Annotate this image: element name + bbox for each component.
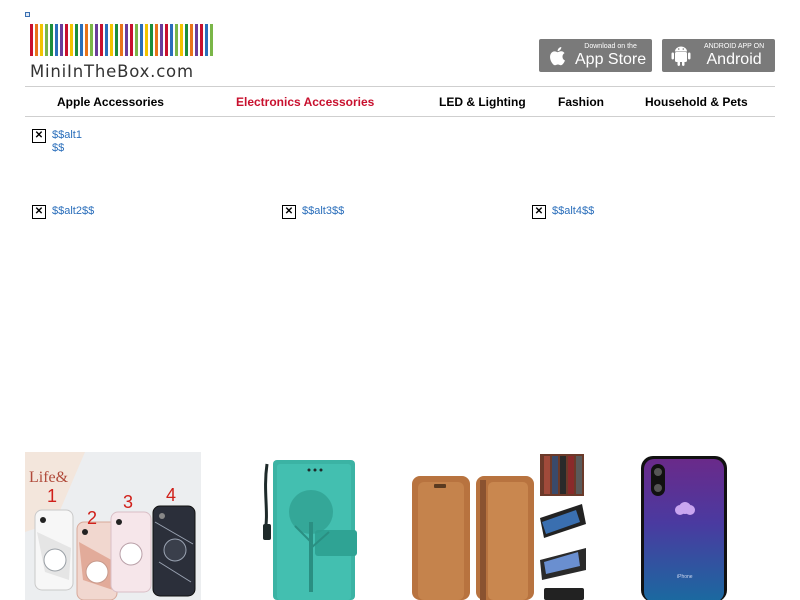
banner-image-2[interactable]: ✕ $$alt2$$	[32, 205, 94, 219]
android-big-text: Android	[706, 51, 762, 68]
logo-stripe	[170, 24, 173, 56]
logo-stripe	[185, 24, 188, 56]
logo-stripe	[40, 24, 43, 56]
product-image-gradient-case[interactable]: iPhone	[625, 452, 745, 600]
logo-stripe	[90, 24, 93, 56]
logo-stripe	[210, 24, 213, 56]
logo-stripe	[45, 24, 48, 56]
logo-stripe	[75, 24, 78, 56]
product-image-leather-flip-cases[interactable]	[410, 452, 590, 600]
logo-stripe	[175, 24, 178, 56]
broken-image-icon: ✕	[32, 205, 46, 219]
logo-stripe	[95, 24, 98, 56]
nav-item-electronics-accessories[interactable]: Electronics Accessories	[236, 95, 374, 109]
product-4-iphone-text: iPhone	[677, 574, 693, 580]
app-store-big-text: App Store	[575, 51, 647, 68]
banner-image-1[interactable]: ✕ $$alt1 $$	[32, 129, 82, 155]
logo-stripe	[70, 24, 73, 56]
logo-stripe	[200, 24, 203, 56]
logo-stripe	[105, 24, 108, 56]
banner-image-3-alt: $$alt3$$	[302, 205, 345, 217]
logo-stripe	[110, 24, 113, 56]
android-app-button[interactable]: ANDROID APP ON Android	[662, 39, 775, 72]
logo-stripe	[130, 24, 133, 56]
logo-stripe	[120, 24, 123, 56]
logo-stripe	[80, 24, 83, 56]
nav-item-led-lighting[interactable]: LED & Lighting	[439, 95, 526, 109]
banner-image-1-alt: $$alt1	[52, 129, 82, 141]
banner-image-2-alt: $$alt2$$	[52, 205, 95, 217]
broken-image-icon: ✕	[532, 205, 546, 219]
logo-stripe	[30, 24, 33, 56]
logo-stripe	[35, 24, 38, 56]
banner-image-1-alt-cont: $$	[52, 142, 65, 154]
logo-stripe	[150, 24, 153, 56]
broken-image-icon: ✕	[32, 129, 46, 143]
logo-stripe	[55, 24, 58, 56]
logo-text: MiniInTheBox.com	[30, 62, 194, 81]
apple-icon	[545, 43, 571, 69]
logo-stripe	[195, 24, 198, 56]
site-logo[interactable]: MiniInTheBox.com	[30, 24, 215, 82]
category-nav: Apple Accessories Electronics Accessorie…	[25, 87, 775, 116]
product-1-number-1: 1	[47, 486, 57, 506]
logo-stripe	[140, 24, 143, 56]
logo-stripe	[160, 24, 163, 56]
logo-stripes	[30, 24, 215, 56]
banner-image-4[interactable]: ✕ $$alt4$$	[532, 205, 594, 219]
logo-stripe	[100, 24, 103, 56]
logo-stripe	[115, 24, 118, 56]
tiny-broken-image-icon	[25, 12, 30, 17]
nav-item-apple-accessories[interactable]: Apple Accessories	[57, 95, 164, 109]
logo-stripe	[65, 24, 68, 56]
banner-image-3[interactable]: ✕ $$alt3$$	[282, 205, 344, 219]
product-image-marble-cases[interactable]: Life& 1 2 3 4	[25, 452, 201, 600]
nav-item-fashion[interactable]: Fashion	[558, 95, 604, 109]
product-1-number-4: 4	[166, 485, 176, 505]
android-icon	[668, 43, 694, 69]
product-1-number-3: 3	[123, 492, 133, 512]
logo-stripe	[205, 24, 208, 56]
logo-stripe	[135, 24, 138, 56]
logo-stripe	[190, 24, 193, 56]
app-store-small-text: Download on the	[584, 43, 637, 50]
app-store-button[interactable]: Download on the App Store	[539, 39, 652, 72]
android-small-text: ANDROID APP ON	[704, 43, 765, 50]
logo-stripe	[125, 24, 128, 56]
product-1-number-2: 2	[87, 508, 97, 528]
product-image-teal-wallet-case[interactable]	[225, 452, 401, 600]
logo-stripe	[60, 24, 63, 56]
logo-stripe	[85, 24, 88, 56]
logo-stripe	[145, 24, 148, 56]
logo-stripe	[155, 24, 158, 56]
product-1-life-text: Life&	[29, 469, 69, 486]
nav-item-household-pets[interactable]: Household & Pets	[645, 95, 748, 109]
logo-stripe	[180, 24, 183, 56]
nav-bottom-divider	[25, 116, 775, 117]
broken-image-icon: ✕	[282, 205, 296, 219]
logo-stripe	[165, 24, 168, 56]
banner-image-4-alt: $$alt4$$	[552, 205, 595, 217]
logo-stripe	[50, 24, 53, 56]
